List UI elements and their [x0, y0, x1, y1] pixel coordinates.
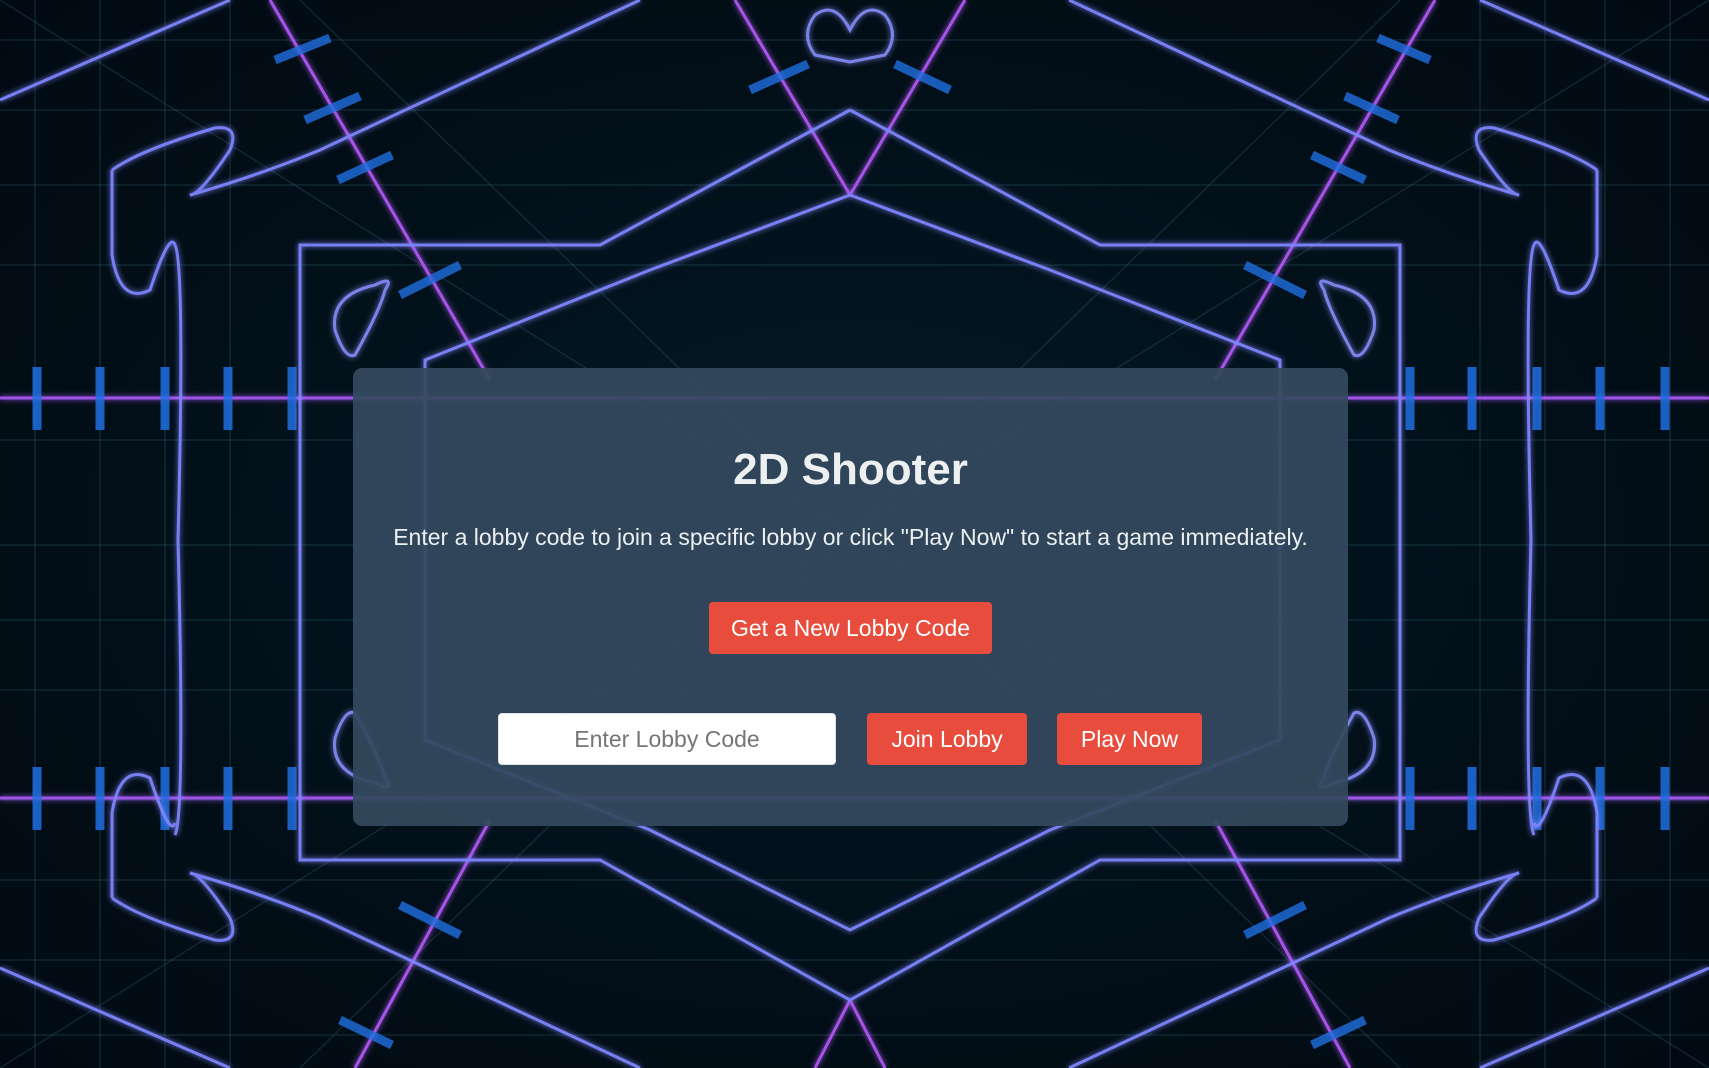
lobby-code-input[interactable] [498, 713, 836, 765]
lobby-panel: 2D Shooter Enter a lobby code to join a … [353, 368, 1348, 826]
play-now-button[interactable]: Play Now [1057, 713, 1202, 765]
page-title: 2D Shooter [733, 445, 968, 494]
instructions-text: Enter a lobby code to join a specific lo… [393, 524, 1308, 550]
game-screen: 2D Shooter Enter a lobby code to join a … [0, 0, 1709, 1068]
join-lobby-button[interactable]: Join Lobby [867, 713, 1027, 765]
new-lobby-code-button[interactable]: Get a New Lobby Code [709, 602, 992, 654]
